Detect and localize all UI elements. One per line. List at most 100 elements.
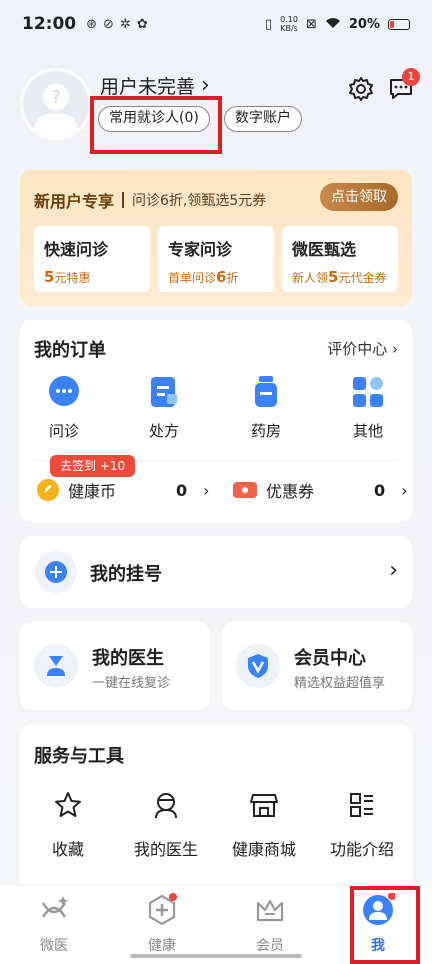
order-label: 药房 — [250, 422, 281, 440]
new-user-promo: 新用户专享 问诊6折,领甄选5元券 点击领取 快速问诊 5元特惠 专家问诊 首单… — [20, 170, 412, 306]
store-icon — [250, 794, 278, 817]
status-right: ▯ 0.10 KB/s ⊠ 20% — [265, 15, 410, 33]
promo-card-prefix: 新人领 — [292, 271, 329, 285]
vip-shield-icon — [236, 644, 280, 688]
health-coins-value: 0 — [176, 480, 188, 500]
promo-card-quick-consult[interactable]: 快速问诊 5元特惠 — [34, 226, 150, 292]
settings-button[interactable] — [348, 76, 374, 102]
tool-label: 我的医生 — [133, 840, 198, 859]
tool-health-mall[interactable]: 健康商城 — [216, 790, 312, 860]
order-label: 其他 — [352, 422, 383, 440]
tab-label: 微医 — [40, 938, 68, 954]
tool-label: 健康商城 — [231, 840, 296, 859]
promo-header: 新用户专享 问诊6折,领甄选5元券 — [34, 188, 266, 212]
promo-card-num: 5 — [44, 268, 55, 286]
promo-title: 新用户专享 — [34, 192, 115, 211]
chevron-right-icon: › — [201, 73, 210, 98]
avatar[interactable]: ? — [20, 68, 92, 140]
notification-icon: ⊛ — [86, 16, 98, 32]
order-pharmacy[interactable]: 药房 — [226, 374, 306, 441]
registration-label: 我的挂号 — [90, 564, 162, 585]
promo-card-expert-consult[interactable]: 专家问诊 首单问诊6折 — [158, 226, 274, 292]
promo-card-prefix: 首单问诊 — [168, 271, 217, 285]
coupons-value: 0 — [374, 480, 386, 500]
message-badge: 1 — [402, 68, 420, 86]
promo-card-num: 5 — [328, 268, 339, 286]
notification-icon: ⊘ — [103, 16, 114, 32]
sign-in-tag[interactable]: 去签到 +10 — [50, 455, 136, 477]
coupons-row[interactable]: 优惠券 0 › — [232, 478, 408, 502]
consult-icon — [49, 376, 79, 406]
promo-card-subtitle: 新人领5元代金券 — [292, 268, 388, 286]
username: 用户未完善 — [100, 76, 196, 98]
order-consult[interactable]: 问诊 — [24, 374, 104, 441]
promo-card-suffix: 元代金券 — [338, 271, 387, 285]
order-prescription[interactable]: 处方 — [124, 374, 204, 441]
net-speed-value: 0.10 — [280, 15, 298, 24]
avatar-placeholder-icon: ? — [33, 84, 79, 137]
net-speed-unit: KB/s — [280, 24, 298, 33]
digital-account-chip[interactable]: 数字账户 — [224, 106, 302, 132]
notification-icons: ⊛ ⊘ ✲ ✿ — [86, 17, 148, 32]
frequent-patients-chip[interactable]: 常用就诊人(0) — [98, 106, 210, 132]
coupons-label: 优惠券 — [266, 482, 315, 501]
tab-label: 会员 — [256, 938, 284, 954]
my-orders-card: 我的订单 评价中心 › 问诊 处方 药房 其他 去签到 +10 健康币 0 › … — [20, 320, 412, 522]
messages-button[interactable]: 1 — [388, 68, 420, 102]
wifi-icon — [325, 16, 341, 33]
bottom-tab-bar: 微医 健康 会员 我 — [0, 884, 432, 964]
review-center-link[interactable]: 评价中心 › — [327, 338, 398, 359]
tab-me[interactable]: 我 — [338, 892, 418, 955]
vibrate-icon: ▯ — [265, 16, 273, 32]
star-icon — [55, 792, 81, 817]
vip-card-subtitle: 精选权益超值享 — [294, 676, 386, 691]
order-label: 问诊 — [48, 422, 79, 440]
order-other[interactable]: 其他 — [328, 374, 408, 441]
tool-my-doctor[interactable]: 我的医生 — [118, 790, 214, 860]
username-row[interactable]: 用户未完善 › — [100, 72, 210, 99]
tool-feature-intro[interactable]: 功能介绍 — [314, 790, 410, 860]
crown-icon — [256, 899, 284, 922]
chevron-right-icon: › — [392, 340, 398, 358]
sim-icon: ⊠ — [305, 16, 317, 32]
notification-icon: ✲ — [119, 16, 131, 32]
my-doctor-card[interactable]: 我的医生 一键在线复诊 — [20, 622, 210, 710]
tab-label: 我 — [371, 938, 385, 954]
orders-title: 我的订单 — [34, 340, 106, 361]
chevron-right-icon: › — [203, 480, 210, 500]
tool-label: 收藏 — [51, 840, 84, 859]
doctor-icon — [155, 793, 177, 819]
health-coins-row[interactable]: 健康币 0 › — [36, 478, 210, 502]
promo-card-suffix: 元特惠 — [54, 271, 91, 285]
tab-weiyi[interactable]: 微医 — [14, 893, 94, 955]
promo-card-suffix: 折 — [226, 271, 239, 285]
my-registration-card[interactable]: 我的挂号 › — [20, 536, 412, 608]
tab-label: 健康 — [148, 938, 176, 954]
feature-grid-icon — [350, 793, 373, 817]
promo-card-title: 微医甄选 — [292, 240, 357, 259]
coin-icon — [37, 479, 59, 501]
review-center-label: 评价中心 — [327, 340, 388, 358]
claim-button[interactable]: 点击领取 — [320, 183, 398, 211]
tab-health[interactable]: 健康 — [122, 893, 202, 955]
svg-text:?: ? — [51, 87, 61, 108]
doctor-icon — [34, 644, 78, 688]
doctor-card-title: 我的医生 — [92, 648, 164, 669]
pharmacy-icon — [255, 376, 277, 407]
tab-member[interactable]: 会员 — [230, 893, 310, 955]
promo-card-selection[interactable]: 微医甄选 新人领5元代金券 — [282, 226, 398, 292]
registration-icon — [35, 551, 77, 593]
tool-favorites[interactable]: 收藏 — [20, 790, 116, 860]
home-indicator[interactable] — [130, 954, 302, 958]
net-speed: 0.10 KB/s — [280, 15, 298, 33]
chevron-right-icon: › — [401, 480, 408, 500]
tools-title: 服务与工具 — [34, 746, 124, 767]
promo-card-num: 6 — [216, 268, 227, 286]
doctor-card-subtitle: 一键在线复诊 — [92, 676, 171, 691]
battery-icon — [388, 18, 410, 30]
vip-center-card[interactable]: 会员中心 精选权益超值享 — [222, 622, 412, 710]
promo-divider — [122, 192, 125, 208]
tool-label: 功能介绍 — [329, 840, 394, 859]
battery-text: 20% — [348, 16, 380, 32]
health-icon — [148, 893, 177, 926]
